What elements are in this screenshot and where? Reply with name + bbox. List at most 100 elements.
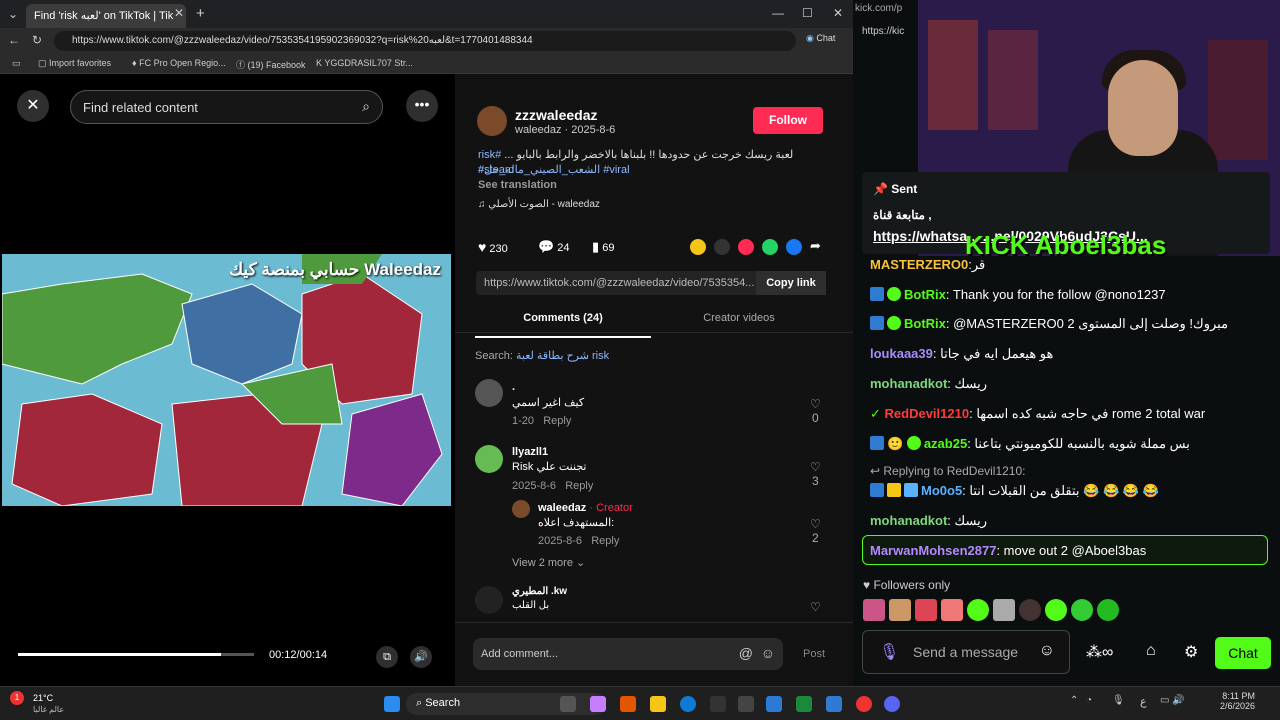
author-avatar[interactable] — [477, 106, 507, 136]
refresh-icon[interactable]: ↻ — [32, 33, 42, 47]
kick-url[interactable]: kick.com/p — [855, 3, 902, 14]
sound-link[interactable]: ♫ الصوت الأصلي - waleedaz — [478, 199, 600, 210]
copilot-app-icon[interactable] — [590, 696, 606, 712]
comment-like[interactable]: ♡ — [810, 600, 821, 614]
settings-gear-icon[interactable]: ⚙ — [1184, 642, 1198, 662]
post-button[interactable]: Post — [803, 648, 825, 660]
chat-username[interactable]: BotRix — [904, 287, 946, 302]
emote-icon[interactable] — [889, 599, 911, 621]
comment-avatar[interactable] — [475, 379, 503, 407]
search-suggestion[interactable]: Search: شرح بطاقة لعبة risk — [475, 349, 609, 362]
app-icon[interactable] — [796, 696, 812, 712]
browser-tab[interactable]: Find 'risk لعبه' on TikTok | Tik — [26, 4, 186, 28]
emote-icon[interactable] — [1071, 599, 1093, 621]
tiktok-search-input[interactable]: Find related content ⌕ — [70, 90, 383, 124]
video-progress-bar[interactable] — [18, 653, 254, 656]
comment-like[interactable]: ♡ 3 — [810, 460, 821, 488]
mic-icon[interactable]: 🎙 — [879, 642, 899, 662]
emote-icon[interactable] — [915, 599, 937, 621]
favorite-item[interactable]: ▢ Import favorites — [38, 58, 111, 69]
file-explorer-icon[interactable] — [650, 696, 666, 712]
window-close-icon[interactable]: ✕ — [833, 6, 843, 20]
chat-username[interactable]: mohanadkot — [870, 513, 947, 528]
obs-icon[interactable] — [738, 696, 754, 712]
comment-username[interactable]: llyazll1 — [512, 446, 548, 458]
weather-temp[interactable]: 21°C — [33, 693, 53, 703]
send-chat-button[interactable]: Chat — [1215, 637, 1271, 669]
add-comment-input[interactable]: Add comment... @ ☺ — [473, 638, 783, 670]
tray-app-icon[interactable]: ◔ — [1086, 695, 1092, 706]
comment-like[interactable]: ♡ 2 — [810, 517, 821, 545]
chat-message-input[interactable]: 🎙 Send a message ☺ — [862, 630, 1070, 674]
emoji-icon[interactable]: ☺ — [1039, 642, 1055, 660]
reply-link[interactable]: Reply — [543, 415, 571, 427]
comment-button[interactable]: 💬 24 — [538, 239, 570, 255]
tab-comments[interactable]: Comments (24) — [475, 312, 651, 338]
store-icon[interactable]: ⌂ — [1146, 642, 1156, 660]
search-icon[interactable]: ⌕ — [362, 98, 370, 115]
see-translation-link[interactable]: See translation — [478, 179, 557, 191]
illustrator-icon[interactable] — [620, 696, 636, 712]
whatsapp-icon[interactable] — [762, 239, 778, 255]
comment-avatar[interactable] — [475, 445, 503, 473]
close-video-button[interactable]: ✕ — [17, 90, 49, 122]
author-handle[interactable]: zzzwaleedaz — [515, 107, 597, 123]
windows-start-icon[interactable] — [384, 696, 400, 712]
chrome-icon[interactable] — [856, 696, 872, 712]
taskbar-search[interactable]: ⌕ Search — [406, 693, 606, 715]
reply-avatar[interactable] — [512, 500, 530, 518]
store-app-icon[interactable] — [766, 696, 782, 712]
more-options-button[interactable]: ••• — [406, 90, 438, 122]
url-field[interactable]: https://www.tiktok.com/@zzzwaleedaz/vide… — [54, 31, 796, 51]
emote-icon[interactable] — [1019, 599, 1041, 621]
emoji-icon[interactable]: ☺ — [761, 645, 775, 661]
chat-username[interactable]: MASTERZERO0 — [870, 257, 968, 272]
chat-username[interactable]: Mo0o5 — [921, 483, 962, 498]
view-more-replies[interactable]: View 2 more ⌄ — [512, 556, 585, 569]
tab-creator-videos[interactable]: Creator videos — [651, 312, 827, 324]
like-button[interactable]: ♥ 230 — [478, 239, 508, 255]
taskbar-clock[interactable]: 8:11 PM 2/6/2026 — [1220, 691, 1255, 711]
embed-icon[interactable] — [714, 239, 730, 255]
favorite-item[interactable]: ♦ FC Pro Open Regio... — [132, 58, 226, 68]
caption-tags-2[interactable]: #الشعب_الصيني_ماله_حل #viral — [478, 163, 630, 176]
video-player[interactable]: حسابي بمنصة كيك Waleedaz — [2, 254, 451, 506]
reply-link[interactable]: Reply — [565, 480, 593, 492]
favorite-item[interactable]: K YGGDRASIL707 Str... — [316, 58, 413, 68]
vscode-icon[interactable] — [826, 696, 842, 712]
chat-username[interactable]: loukaaa39 — [870, 346, 933, 361]
emote-icon[interactable] — [1045, 599, 1067, 621]
emote-icon[interactable] — [993, 599, 1015, 621]
send-icon[interactable] — [738, 239, 754, 255]
emote-icon[interactable] — [863, 599, 885, 621]
minimize-icon[interactable]: — — [772, 6, 784, 20]
follow-button[interactable]: Follow — [753, 107, 823, 134]
save-button[interactable]: ▮ 69 — [592, 239, 614, 255]
new-tab-icon[interactable]: + — [196, 5, 205, 22]
share-friends-icon[interactable] — [690, 239, 706, 255]
emote-icon[interactable] — [941, 599, 963, 621]
favorites-icon[interactable]: ▭ — [12, 58, 21, 69]
reply-link[interactable]: Reply — [591, 535, 619, 547]
chat-username[interactable]: RedDevil1210 — [885, 406, 970, 421]
back-icon[interactable]: ← — [8, 33, 20, 47]
comment-avatar[interactable] — [475, 586, 503, 614]
pip-icon[interactable]: ⧉ — [376, 646, 398, 668]
comment-username[interactable]: المطيري .kw — [512, 586, 567, 597]
comment-like[interactable]: ♡ 0 — [810, 397, 821, 425]
chat-username[interactable]: mohanadkot — [870, 376, 947, 391]
favorite-item[interactable]: ⓕ (19) Facebook — [236, 58, 306, 71]
emote-icon[interactable] — [1097, 599, 1119, 621]
maximize-icon[interactable]: ☐ — [802, 6, 813, 20]
chat-username[interactable]: BotRix — [904, 316, 946, 331]
tray-chevron-icon[interactable]: ⌃ — [1070, 695, 1078, 706]
network-icon[interactable]: ▭ 🔊 — [1160, 695, 1185, 706]
emote-icon[interactable] — [967, 599, 989, 621]
edge-icon[interactable] — [680, 696, 696, 712]
copilot-button[interactable]: ◉ Chat — [806, 33, 835, 44]
kick-url-2[interactable]: https://kic — [862, 26, 904, 37]
kick-loyalty-icon[interactable]: ⁂∞ — [1086, 642, 1113, 662]
copy-link-button[interactable]: Copy link — [756, 271, 826, 295]
tab-menu-icon[interactable]: ⌄ — [8, 7, 18, 21]
volume-icon[interactable]: 🔊 — [410, 646, 432, 668]
